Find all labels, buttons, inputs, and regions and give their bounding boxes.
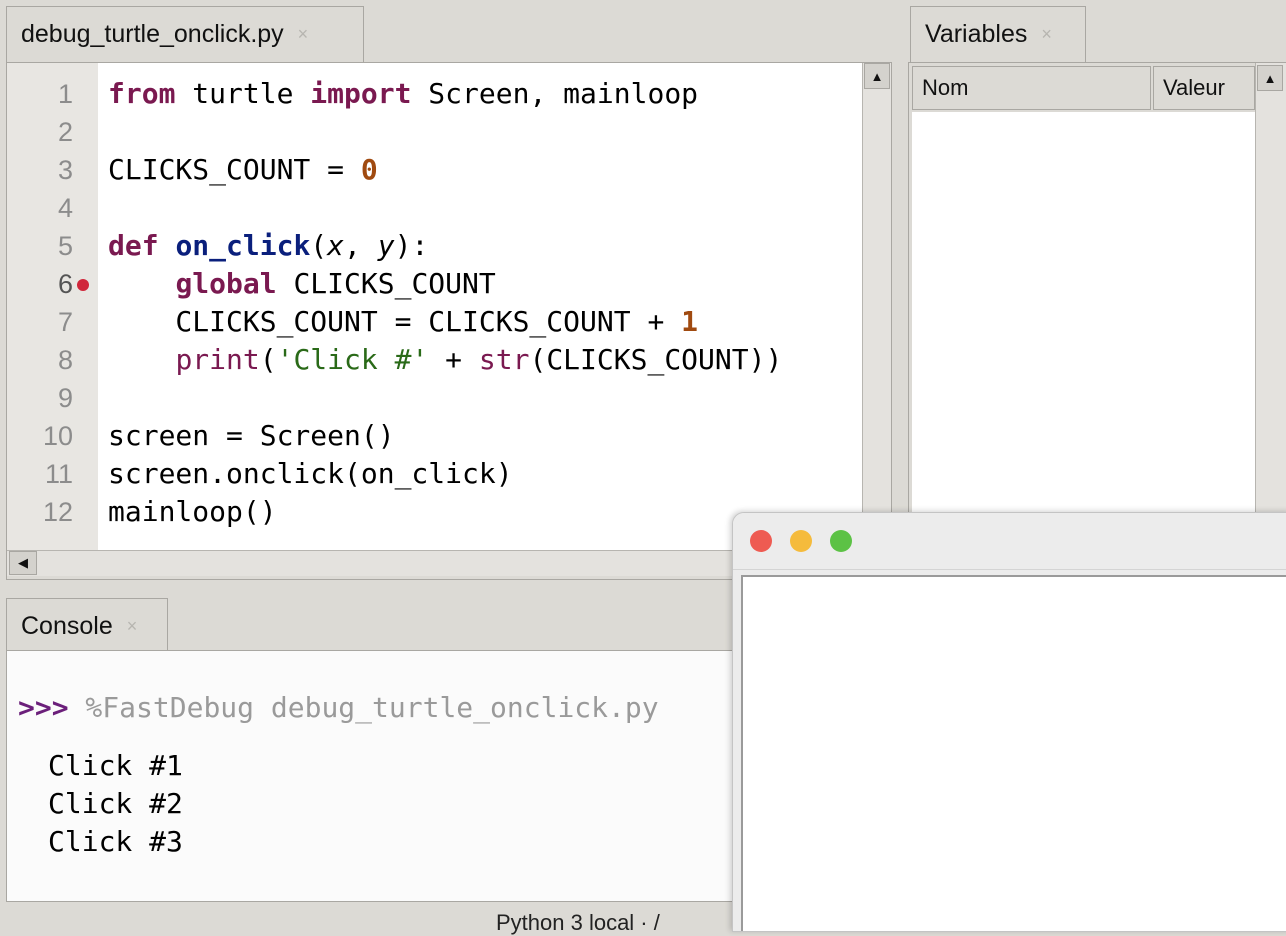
code-line-10: screen = Screen() bbox=[108, 419, 395, 452]
line-number: 3 bbox=[57, 155, 73, 185]
column-header-label: Valeur bbox=[1163, 75, 1225, 100]
code-line-5: def on_click(x, y): bbox=[108, 227, 428, 265]
code-token: 0 bbox=[360, 153, 378, 186]
close-icon[interactable]: × bbox=[127, 616, 138, 637]
code-token: ( bbox=[310, 229, 328, 262]
code-token: Screen, mainloop bbox=[411, 77, 699, 110]
line-number: 5 bbox=[57, 231, 73, 261]
editor-vertical-scrollbar[interactable]: ▲ bbox=[862, 63, 891, 550]
code-token: ( bbox=[259, 343, 277, 376]
console-prompt: >>> bbox=[18, 691, 69, 724]
scroll-left-icon[interactable]: ◀ bbox=[9, 551, 37, 575]
code-token: (CLICKS_COUNT)) bbox=[529, 343, 783, 376]
scroll-up-icon[interactable]: ▲ bbox=[864, 63, 890, 89]
variables-table[interactable] bbox=[912, 112, 1255, 522]
code-token: y bbox=[377, 229, 395, 262]
code-token: global bbox=[175, 267, 277, 300]
line-number: 9 bbox=[57, 383, 73, 413]
tab-variables[interactable]: Variables × bbox=[910, 6, 1086, 62]
code-token: from bbox=[108, 77, 176, 110]
console-command: %FastDebug debug_turtle_onclick.py bbox=[68, 691, 659, 724]
code-token: + bbox=[428, 343, 479, 376]
zoom-window-button[interactable] bbox=[830, 530, 852, 552]
line-number: 6 bbox=[57, 269, 73, 299]
code-token: str bbox=[478, 343, 530, 376]
minimize-window-button[interactable] bbox=[790, 530, 812, 552]
scroll-up-icon[interactable]: ▲ bbox=[1257, 65, 1283, 91]
close-icon[interactable]: × bbox=[298, 24, 309, 45]
variables-vertical-scrollbar[interactable]: ▲ bbox=[1255, 63, 1286, 522]
code-token: , bbox=[344, 229, 378, 262]
line-number: 1 bbox=[57, 79, 73, 109]
editor-tab-title: debug_turtle_onclick.py bbox=[21, 20, 284, 48]
code-token: ): bbox=[394, 229, 429, 262]
code-line-6: global CLICKS_COUNT bbox=[108, 265, 496, 303]
console-output-line: Click #1 bbox=[48, 749, 183, 782]
code-line-7: CLICKS_COUNT = CLICKS_COUNT + 1 bbox=[108, 303, 698, 341]
tab-console[interactable]: Console × bbox=[6, 598, 168, 654]
code-token: x bbox=[327, 229, 345, 262]
console-tab-title: Console bbox=[21, 612, 113, 640]
code-line-1: from turtle import Screen, mainloop bbox=[108, 75, 698, 113]
code-token: import bbox=[310, 77, 412, 110]
code-token: 'Click #' bbox=[276, 343, 429, 376]
console-command-line: >>> %FastDebug debug_turtle_onclick.py bbox=[18, 689, 659, 727]
close-window-button[interactable] bbox=[750, 530, 772, 552]
code-token: def bbox=[108, 229, 159, 262]
code-line-3: CLICKS_COUNT = 0 bbox=[108, 151, 378, 189]
line-number: 10 bbox=[42, 421, 73, 451]
code-token: print bbox=[175, 343, 260, 376]
line-number: 11 bbox=[44, 459, 73, 489]
breakpoint-icon[interactable] bbox=[77, 279, 89, 291]
window-titlebar[interactable] bbox=[733, 513, 1286, 570]
line-number: 8 bbox=[57, 345, 73, 375]
line-number: 12 bbox=[42, 497, 73, 527]
code-line-11: screen.onclick(on_click) bbox=[108, 457, 513, 490]
variables-tab-title: Variables bbox=[925, 20, 1028, 48]
status-text: Python 3 local · / bbox=[496, 910, 660, 935]
tab-editor-file[interactable]: debug_turtle_onclick.py × bbox=[6, 6, 364, 62]
code-token: CLICKS_COUNT bbox=[276, 267, 496, 300]
code-line-12: mainloop() bbox=[108, 495, 277, 528]
line-number: 4 bbox=[57, 193, 73, 223]
turtle-canvas[interactable] bbox=[741, 575, 1286, 931]
console-output-line: Click #3 bbox=[48, 825, 183, 858]
turtle-graphics-window[interactable] bbox=[732, 512, 1286, 932]
code-line-8: print('Click #' + str(CLICKS_COUNT)) bbox=[108, 341, 782, 379]
column-header-name[interactable]: Nom bbox=[912, 66, 1151, 110]
code-token: CLICKS_COUNT = bbox=[108, 153, 361, 186]
close-icon[interactable]: × bbox=[1041, 24, 1052, 45]
console-output-line: Click #2 bbox=[48, 787, 183, 820]
code-token: CLICKS_COUNT = CLICKS_COUNT + bbox=[108, 305, 682, 338]
line-number: 7 bbox=[57, 307, 73, 337]
column-header-label: Nom bbox=[922, 75, 969, 100]
line-number: 2 bbox=[57, 117, 73, 147]
column-header-value[interactable]: Valeur bbox=[1153, 66, 1255, 110]
code-token: 1 bbox=[681, 305, 699, 338]
code-token: on_click bbox=[175, 229, 311, 262]
code-token: turtle bbox=[175, 77, 311, 110]
